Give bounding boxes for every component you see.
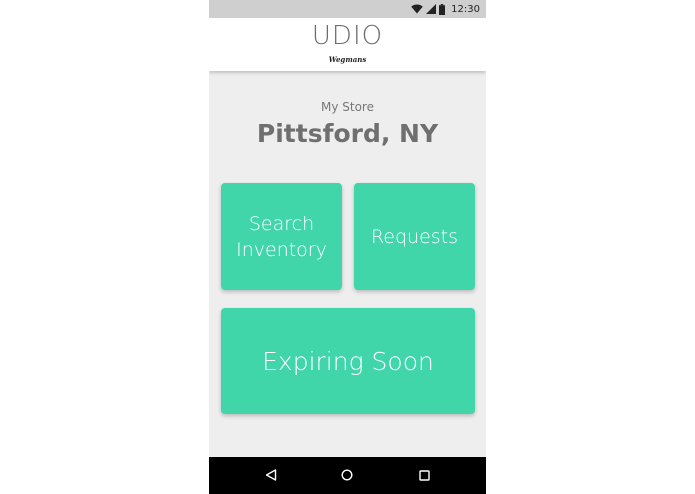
back-icon	[265, 466, 277, 485]
expiring-soon-label: Expiring Soon	[262, 346, 434, 376]
wegmans-logo: Wegmans	[328, 55, 367, 64]
navigation-bar	[209, 457, 486, 494]
requests-label: Requests	[370, 225, 459, 248]
phone-screen: 12:30 UDIO Wegmans My Store Pittsford, N…	[209, 0, 486, 494]
status-bar: 12:30	[209, 0, 486, 18]
expiring-soon-button[interactable]: Expiring Soon	[221, 308, 475, 414]
recents-button[interactable]	[404, 457, 444, 494]
home-icon	[341, 466, 353, 485]
cell-signal-icon	[426, 4, 437, 14]
requests-button[interactable]: Requests	[354, 183, 475, 290]
recents-icon	[418, 466, 430, 485]
back-button[interactable]	[251, 457, 291, 494]
store-label: My Store	[321, 100, 374, 114]
battery-icon	[439, 3, 446, 15]
home-button[interactable]	[327, 457, 367, 494]
search-inventory-label: Search Inventory	[236, 212, 327, 261]
app-bar: UDIO Wegmans	[209, 18, 486, 71]
store-name: Pittsford, NY	[256, 119, 439, 148]
wifi-icon	[411, 4, 423, 14]
status-time: 12:30	[451, 3, 480, 15]
search-inventory-button[interactable]: Search Inventory	[221, 183, 342, 290]
app-title: UDIO	[311, 21, 384, 51]
